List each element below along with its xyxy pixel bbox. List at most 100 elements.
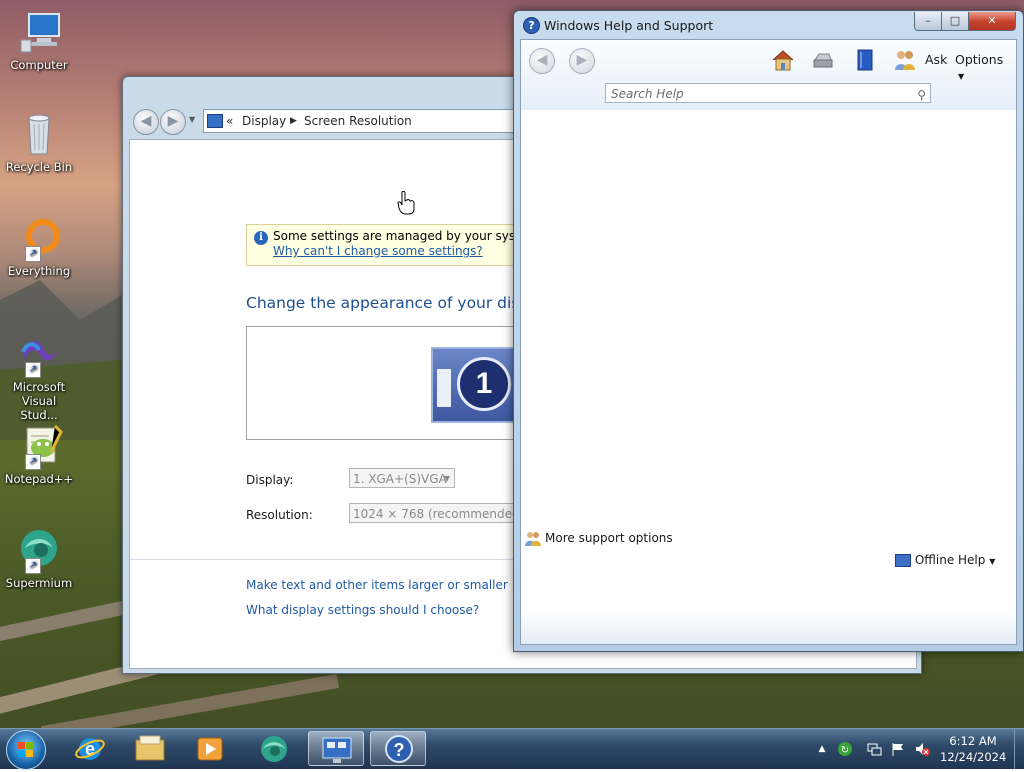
chevron-down-icon: ▼ — [958, 72, 965, 81]
file-explorer-icon — [135, 735, 165, 761]
taskbar-supermium[interactable] — [246, 731, 302, 766]
recent-pages-dropdown-icon[interactable]: ▼ — [189, 115, 195, 124]
text-size-link[interactable]: Make text and other items larger or smal… — [246, 578, 508, 592]
desktop-icon-recycle-bin[interactable]: Recycle Bin — [2, 110, 76, 174]
clock-time: 6:12 AM — [949, 734, 997, 748]
desktop-icon-label: Supermium — [5, 576, 73, 590]
offline-help-button[interactable]: Offline Help ▼ — [895, 553, 995, 567]
volume-muted-icon[interactable] — [914, 741, 930, 757]
help-toolbar: ◀ ▶ Ask Options ▼ Search Help ⚲ — [521, 40, 1016, 110]
show-desktop-button[interactable] — [1014, 729, 1024, 769]
chevron-down-icon: ▼ — [989, 557, 996, 566]
minimize-button[interactable]: – — [914, 12, 942, 31]
desktop-icon-label: Everything — [7, 264, 71, 278]
supermium-icon: ↗ — [15, 526, 63, 574]
recycle-bin-icon — [15, 110, 63, 158]
network-icon[interactable] — [866, 741, 882, 757]
shortcut-arrow-icon: ↗ — [25, 246, 41, 262]
footer-background — [521, 528, 1016, 644]
action-center-flag-icon[interactable] — [890, 741, 906, 757]
help-back-button[interactable]: ◀ — [529, 48, 555, 74]
resolution-label: Resolution: — [246, 508, 313, 522]
desktop-icon-computer[interactable]: Computer — [2, 8, 76, 72]
system-clock[interactable]: 6:12 AM 12/24/2024 — [940, 733, 1006, 765]
close-button[interactable]: ✕ — [968, 12, 1016, 31]
display-label: Display: — [246, 473, 294, 487]
svg-text:?: ? — [394, 740, 405, 760]
taskbar-file-explorer[interactable] — [122, 731, 178, 766]
monitor-taskbar-graphic — [437, 369, 451, 407]
maximize-button[interactable]: □ — [941, 12, 969, 31]
resolution-select-value: 1024 × 768 (recommended) — [353, 507, 525, 521]
desktop-icon-visual-studio[interactable]: ↗ Microsoft Visual Stud... — [2, 330, 76, 422]
desktop-icon-notepad-plus-plus[interactable]: ↗ Notepad++ — [2, 422, 76, 486]
chevron-down-icon: ▼ — [443, 474, 450, 483]
taskbar-help-and-support[interactable]: ? — [370, 731, 426, 766]
search-help-input[interactable]: Search Help ⚲ — [605, 83, 931, 103]
display-select[interactable]: 1. XGA+(S)VGA ▼ — [349, 468, 455, 488]
windows-logo-icon — [18, 742, 33, 757]
taskbar-screen-resolution[interactable] — [308, 731, 364, 766]
display-control-panel-icon — [207, 114, 223, 128]
computer-icon — [15, 8, 63, 56]
everything-icon: ↗ — [15, 214, 63, 262]
offline-help-icon — [895, 554, 911, 567]
support-people-icon — [525, 532, 541, 546]
desktop-icon-supermium[interactable]: ↗ Supermium — [2, 526, 76, 590]
monitor-number: 1 — [457, 357, 511, 411]
help-and-support-window: ? Windows Help and Support – □ ✕ ◀ ▶ Ask… — [513, 10, 1024, 652]
taskbar-internet-explorer[interactable]: e — [62, 731, 118, 766]
help-icon: ? — [523, 17, 540, 34]
internet-explorer-icon: e — [75, 738, 105, 760]
ask-icon[interactable] — [893, 48, 917, 72]
help-content-area: ◀ ▶ Ask Options ▼ Search Help ⚲ More sup… — [520, 39, 1017, 645]
search-icon[interactable]: ⚲ — [917, 85, 926, 105]
shortcut-arrow-icon: ↗ — [25, 454, 41, 470]
print-icon[interactable] — [811, 48, 835, 72]
breadcrumb-screen-resolution[interactable]: Screen Resolution — [304, 110, 412, 132]
notepad-plus-plus-icon: ↗ — [15, 422, 63, 470]
info-icon: i — [254, 231, 268, 245]
help-and-support-icon: ? — [385, 735, 413, 763]
forward-button[interactable]: ▶ — [160, 109, 186, 135]
display-select-value: 1. XGA+(S)VGA — [353, 472, 447, 486]
media-player-icon — [197, 737, 223, 761]
window-title: Windows Help and Support — [544, 18, 714, 33]
offline-help-label: Offline Help — [914, 553, 986, 567]
hand-cursor-icon — [397, 191, 415, 215]
options-label: Options — [955, 52, 1004, 67]
help-home-icon[interactable] — [771, 48, 795, 72]
shortcut-arrow-icon: ↗ — [25, 362, 41, 378]
search-placeholder: Search Help — [611, 87, 684, 101]
monitor-preview: 1 — [246, 326, 531, 440]
display-settings-help-link[interactable]: What display settings should I choose? — [246, 603, 479, 617]
help-forward-button[interactable]: ▶ — [569, 48, 595, 74]
browse-help-icon[interactable] — [853, 48, 877, 72]
desktop-icon-label: Computer — [10, 58, 68, 72]
start-button[interactable] — [6, 730, 46, 770]
help-footer: More support options Offline Help ▼ — [521, 528, 1016, 644]
breadcrumb-display[interactable]: Display — [242, 110, 286, 132]
visual-studio-icon: ↗ — [15, 330, 63, 378]
breadcrumb-chevrons: « — [226, 114, 234, 128]
managed-settings-notice: i Some settings are managed by your syst… — [246, 224, 557, 266]
breadcrumb-separator-icon: ▶ — [290, 116, 297, 126]
desktop-icon-everything[interactable]: ↗ Everything — [2, 214, 76, 278]
show-hidden-icons-button[interactable]: ▲ — [814, 741, 830, 757]
resolution-select[interactable]: 1024 × 768 (recommended) — [349, 503, 529, 523]
tray-update-icon[interactable]: ↻ — [837, 741, 853, 757]
display-settings-icon — [322, 737, 352, 763]
shortcut-arrow-icon: ↗ — [25, 558, 41, 574]
ask-button[interactable]: Ask — [925, 52, 947, 67]
page-heading: Change the appearance of your display — [246, 294, 553, 312]
more-support-options-link[interactable]: More support options — [545, 531, 673, 545]
svg-text:↻: ↻ — [841, 745, 849, 756]
why-cant-change-settings-link[interactable]: Why can't I change some settings? — [273, 244, 483, 258]
desktop-icon-label: Microsoft Visual Stud... — [12, 380, 66, 422]
taskbar-media-player[interactable] — [182, 731, 238, 766]
breadcrumb[interactable]: « Display ▶ Screen Resolution — [203, 109, 525, 133]
back-button[interactable]: ◀ — [133, 109, 159, 135]
options-button[interactable]: Options ▼ — [955, 52, 1016, 82]
supermium-icon — [261, 736, 287, 762]
desktop-icon-label: Notepad++ — [4, 472, 74, 486]
